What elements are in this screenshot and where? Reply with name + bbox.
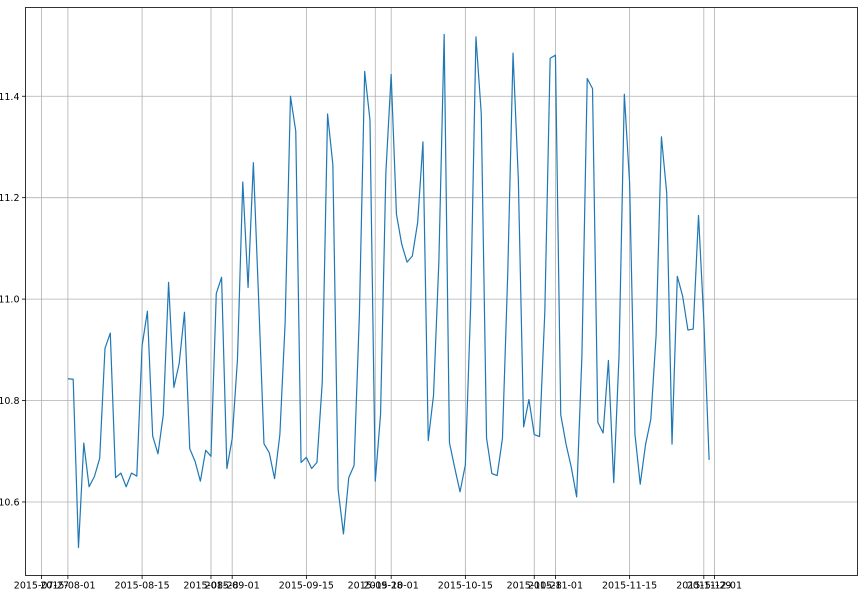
x-tick-label: 2015-10-15 [438,581,493,592]
y-tick-label: 11.2 [0,193,20,204]
x-tick-label: 2015-10-01 [364,581,419,592]
x-tick-label: 2015-09-01 [205,581,260,592]
y-tick-label: 10.6 [0,497,20,508]
x-tick-label: 2015-08-15 [114,581,169,592]
y-tick-label: 10.8 [0,396,20,407]
line-chart: 2015-07-272015-08-01 2015-08-15 2015-08-28… [0,7,858,592]
y-axis-ticks: 10.6 10.8 11.0 11.2 11.4 [0,92,26,508]
x-tick-label: 2015-09-15 [279,581,334,592]
grid-lines [25,7,858,576]
x-axis-ticks: 2015-07-272015-08-01 2015-08-15 2015-08-28… [14,575,742,592]
x-tick-label: 2015-11-15 [602,581,657,592]
series-line [67,33,710,549]
x-tick-label: 2015-08-01 [40,581,95,592]
series-layer [67,33,710,549]
y-tick-label: 11.0 [0,295,20,306]
plot-frame [25,7,858,576]
y-tick-label: 11.4 [0,92,20,103]
x-tick-label: 2015-12-01 [687,581,742,592]
x-tick-label: 2015-11-01 [528,581,583,592]
